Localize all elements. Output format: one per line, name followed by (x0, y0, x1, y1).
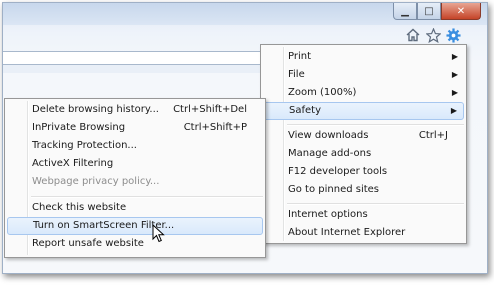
menu-item-tracking-protection[interactable]: Tracking Protection... (7, 137, 263, 155)
menu-item-label: Delete browsing history... (32, 104, 159, 115)
menu-item-go-to-pinned-sites[interactable]: Go to pinned sites (263, 181, 464, 199)
menu-item-safety[interactable]: Safety ▶ (263, 102, 464, 120)
menu-item-internet-options[interactable]: Internet options (263, 206, 464, 224)
command-icons (405, 27, 461, 43)
menu-item-label: Tracking Protection... (32, 140, 137, 151)
toolbar-strip (3, 65, 303, 73)
submenu-arrow-icon: ▶ (450, 106, 457, 115)
home-icon[interactable] (405, 27, 421, 43)
menu-item-print[interactable]: Print ▶ (263, 48, 464, 66)
menu-item-label: File (288, 69, 305, 80)
menu-item-label: F12 developer tools (288, 166, 388, 177)
menu-item-shortcut: Ctrl+Shift+Del (173, 104, 247, 115)
menu-item-turn-on-smartscreen-filter[interactable]: Turn on SmartScreen Filter... (7, 217, 263, 235)
menu-item-label: Print (288, 51, 312, 62)
menu-item-report-unsafe-website[interactable]: Report unsafe website (7, 235, 263, 253)
favorites-star-icon[interactable] (425, 27, 441, 43)
menu-item-shortcut: Ctrl+Shift+P (183, 122, 247, 133)
menu-item-label: Internet options (288, 209, 368, 220)
menu-item-file[interactable]: File ▶ (263, 66, 464, 84)
address-bar-fragment (3, 51, 303, 65)
submenu-arrow-icon: ▶ (451, 88, 458, 97)
menu-item-label: Manage add-ons (288, 148, 372, 159)
submenu-arrow-icon: ▶ (451, 52, 458, 61)
tools-gear-icon[interactable] (445, 27, 461, 43)
menu-item-delete-browsing-history[interactable]: Delete browsing history... Ctrl+Shift+De… (7, 101, 263, 119)
menu-item-webpage-privacy-policy: Webpage privacy policy... (7, 173, 263, 191)
window-controls: ▁ □ ✕ (393, 3, 481, 20)
menu-item-inprivate-browsing[interactable]: InPrivate Browsing Ctrl+Shift+P (7, 119, 263, 137)
menu-item-manage-add-ons[interactable]: Manage add-ons (263, 145, 464, 163)
menu-item-label: About Internet Explorer (288, 227, 406, 238)
menu-item-shortcut: Ctrl+J (418, 130, 448, 141)
menu-separator (287, 124, 464, 126)
title-bar: ▁ □ ✕ (3, 3, 487, 25)
menu-item-label: Report unsafe website (32, 238, 144, 249)
menu-item-check-this-website[interactable]: Check this website (7, 199, 263, 217)
minimize-button[interactable]: ▁ (393, 3, 417, 20)
tools-menu: Print ▶ File ▶ Zoom (100%) ▶ Safety ▶ Vi… (260, 44, 467, 244)
menu-item-label: Webpage privacy policy... (32, 176, 160, 187)
menu-item-view-downloads[interactable]: View downloads Ctrl+J (263, 127, 464, 145)
close-button[interactable]: ✕ (441, 3, 481, 20)
menu-item-label: Check this website (32, 202, 127, 213)
menu-item-zoom[interactable]: Zoom (100%) ▶ (263, 84, 464, 102)
menu-item-label: InPrivate Browsing (32, 122, 126, 133)
menu-item-label: Go to pinned sites (288, 184, 380, 195)
menu-separator (287, 203, 464, 205)
mouse-pointer-icon (152, 224, 165, 243)
maximize-button[interactable]: □ (417, 3, 441, 20)
submenu-arrow-icon: ▶ (451, 70, 458, 79)
menu-item-label: Zoom (100%) (288, 87, 357, 98)
menu-separator (31, 196, 263, 198)
menu-item-about-internet-explorer[interactable]: About Internet Explorer (263, 224, 464, 242)
menu-item-label: ActiveX Filtering (32, 158, 114, 169)
menu-item-label: View downloads (288, 130, 369, 141)
menu-item-activex-filtering[interactable]: ActiveX Filtering (7, 155, 263, 173)
safety-submenu: Delete browsing history... Ctrl+Shift+De… (4, 98, 266, 258)
menu-item-label: Safety (289, 105, 321, 116)
menu-item-f12-developer-tools[interactable]: F12 developer tools (263, 163, 464, 181)
